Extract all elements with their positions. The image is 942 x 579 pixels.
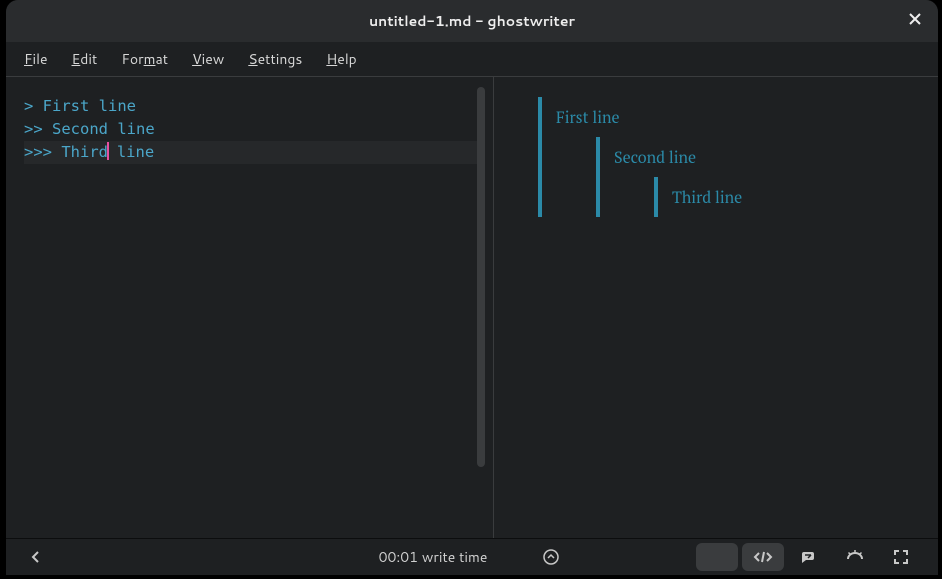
close-icon[interactable] xyxy=(908,12,924,28)
status-write-time: 00:01 write time xyxy=(379,547,488,567)
editor-line[interactable]: >> Second line xyxy=(24,118,483,141)
content-area: > First line >> Second line >>> Third li… xyxy=(6,76,938,539)
menu-edit[interactable]: Edit xyxy=(72,49,98,69)
editor-line[interactable]: > First line xyxy=(24,95,483,118)
blockquote-level-2: Second line Third line xyxy=(596,137,918,217)
menu-format[interactable]: Format xyxy=(121,49,168,69)
editor-text[interactable]: > First line >> Second line >>> Third li… xyxy=(24,95,483,164)
focus-mode-toggle[interactable] xyxy=(834,543,876,571)
menubar: File Edit Format View Settings Help xyxy=(6,42,938,76)
menu-file[interactable]: File xyxy=(24,49,48,69)
html-preview-toggle[interactable] xyxy=(742,543,784,571)
back-icon[interactable] xyxy=(22,543,50,571)
statusbar: 00:01 write time xyxy=(6,539,938,575)
menu-settings[interactable]: Settings xyxy=(248,49,302,69)
fullscreen-toggle[interactable] xyxy=(880,543,922,571)
blockquote-level-3: Third line xyxy=(654,177,918,217)
titlebar: untitled-1.md - ghostwriter xyxy=(6,0,938,42)
preview-text: First line xyxy=(556,97,918,137)
menu-view[interactable]: View xyxy=(192,49,224,69)
menu-help[interactable]: Help xyxy=(326,49,356,69)
editor-scrollbar[interactable] xyxy=(477,87,485,467)
hemingway-toggle[interactable] xyxy=(788,543,830,571)
editor-line-active[interactable]: >>> Third line xyxy=(24,141,483,164)
preview-pane: First line Second line Third line xyxy=(494,77,938,538)
editor-pane[interactable]: > First line >> Second line >>> Third li… xyxy=(6,77,493,538)
blockquote-level-1: First line Second line Third line xyxy=(538,97,918,217)
scroll-up-icon[interactable] xyxy=(537,543,565,571)
preview-text: Third line xyxy=(672,177,918,217)
dark-mode-toggle[interactable] xyxy=(696,543,738,571)
app-window: untitled-1.md - ghostwriter File Edit Fo… xyxy=(6,0,938,575)
window-title: untitled-1.md - ghostwriter xyxy=(369,11,575,31)
preview-text: Second line xyxy=(614,137,918,177)
